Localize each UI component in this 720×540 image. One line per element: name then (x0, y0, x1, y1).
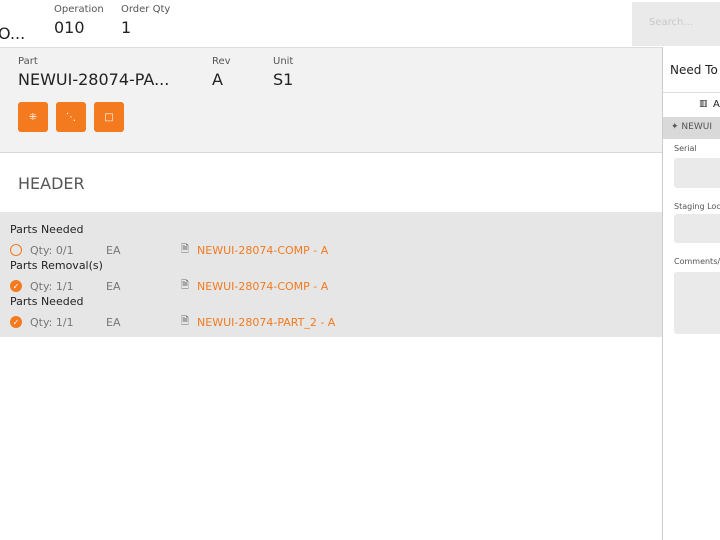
qty: Qty: 1/1 (30, 279, 74, 293)
section-title: HEADER (18, 174, 85, 193)
part-label: Part (18, 56, 38, 67)
hierarchy-icon: ⋱ (66, 111, 76, 123)
top-bar: O... Operation 010 Order Qty 1 (0, 0, 632, 46)
part-link[interactable]: NEWUI-28074-COMP - A (197, 244, 328, 257)
unit-value: S1 (273, 70, 294, 89)
uom: EA (106, 279, 121, 293)
list-item: Qty: 0/1 EA 🗎 NEWUI-28074-COMP - A (10, 241, 652, 259)
list-item: ✓ Qty: 1/1 EA 🗎 NEWUI-28074-PART_2 - A (10, 313, 652, 331)
part-value: NEWUI-28074-PA... (18, 70, 170, 89)
serial-label: Serial (674, 144, 697, 153)
rev-label: Rev (212, 56, 231, 67)
side-part-label: NEWUI (681, 122, 712, 132)
collapse-icon: ⁜ (28, 111, 38, 123)
document-icon: 🗎 (181, 315, 190, 327)
comments-label: Comments/o (674, 257, 720, 266)
barcode-tab[interactable]: ▥ A (663, 92, 720, 117)
rev-value: A (212, 70, 223, 89)
barcode-icon: ▥ (699, 99, 708, 109)
list-item: ✓ Qty: 1/1 EA 🗎 NEWUI-28074-COMP - A (10, 277, 652, 295)
part-link[interactable]: NEWUI-28074-COMP - A (197, 280, 328, 293)
tab-label: A (713, 99, 720, 110)
collapse-button[interactable]: ⁜ (18, 102, 48, 132)
unit-label: Unit (273, 56, 294, 67)
document-icon: 🗎 (181, 243, 190, 255)
qty: Qty: 0/1 (30, 243, 74, 257)
order-qty-value: 1 (121, 18, 132, 37)
part-link[interactable]: NEWUI-28074-PART_2 - A (197, 316, 335, 329)
check-circle-icon[interactable]: ✓ (10, 280, 22, 292)
qty: Qty: 1/1 (30, 315, 74, 329)
group-title: Parts Needed (10, 295, 84, 308)
parts-group: Parts Removal(s) ✓ Qty: 1/1 EA 🗎 NEWUI-28074… (10, 259, 652, 295)
uom: EA (106, 315, 121, 329)
comments-input[interactable] (674, 272, 720, 334)
order-qty-label: Order Qty (121, 4, 171, 15)
puzzle-icon: ✦ (671, 122, 679, 132)
square-icon: □ (104, 111, 114, 123)
group-title: Parts Needed (10, 223, 84, 236)
expand-button[interactable]: □ (94, 102, 124, 132)
staging-location-label: Staging Locat (674, 202, 720, 211)
parts-group: Parts Needed ✓ Qty: 1/1 EA 🗎 NEWUI-28074-PAR… (10, 295, 652, 331)
operation-label: Operation (54, 4, 104, 15)
part-panel: Part NEWUI-28074-PA... Rev A Unit S1 ⁜ ⋱ □ (0, 47, 662, 153)
side-part-row: ✦ NEWUI (663, 117, 720, 139)
uom: EA (106, 243, 121, 257)
staging-location-input[interactable] (674, 214, 720, 243)
serial-input[interactable] (674, 158, 720, 188)
side-panel-title: Need To (670, 63, 718, 77)
parts-list: Parts Needed Qty: 0/1 EA 🗎 NEWUI-28074-COMP… (0, 212, 662, 337)
operation-value: 010 (54, 18, 85, 37)
tree-button[interactable]: ⋱ (56, 102, 86, 132)
check-circle-icon[interactable]: ✓ (10, 316, 22, 328)
group-title: Parts Removal(s) (10, 259, 103, 272)
side-panel: Need To ▥A ✦ NEWUI Serial Staging Locat … (662, 47, 720, 540)
search-input[interactable]: Search... (632, 2, 720, 46)
document-icon: 🗎 (181, 279, 190, 291)
status-circle-icon[interactable] (10, 244, 22, 256)
truncated-value: O... (0, 24, 26, 43)
parts-group: Parts Needed Qty: 0/1 EA 🗎 NEWUI-28074-COMP… (10, 223, 652, 259)
